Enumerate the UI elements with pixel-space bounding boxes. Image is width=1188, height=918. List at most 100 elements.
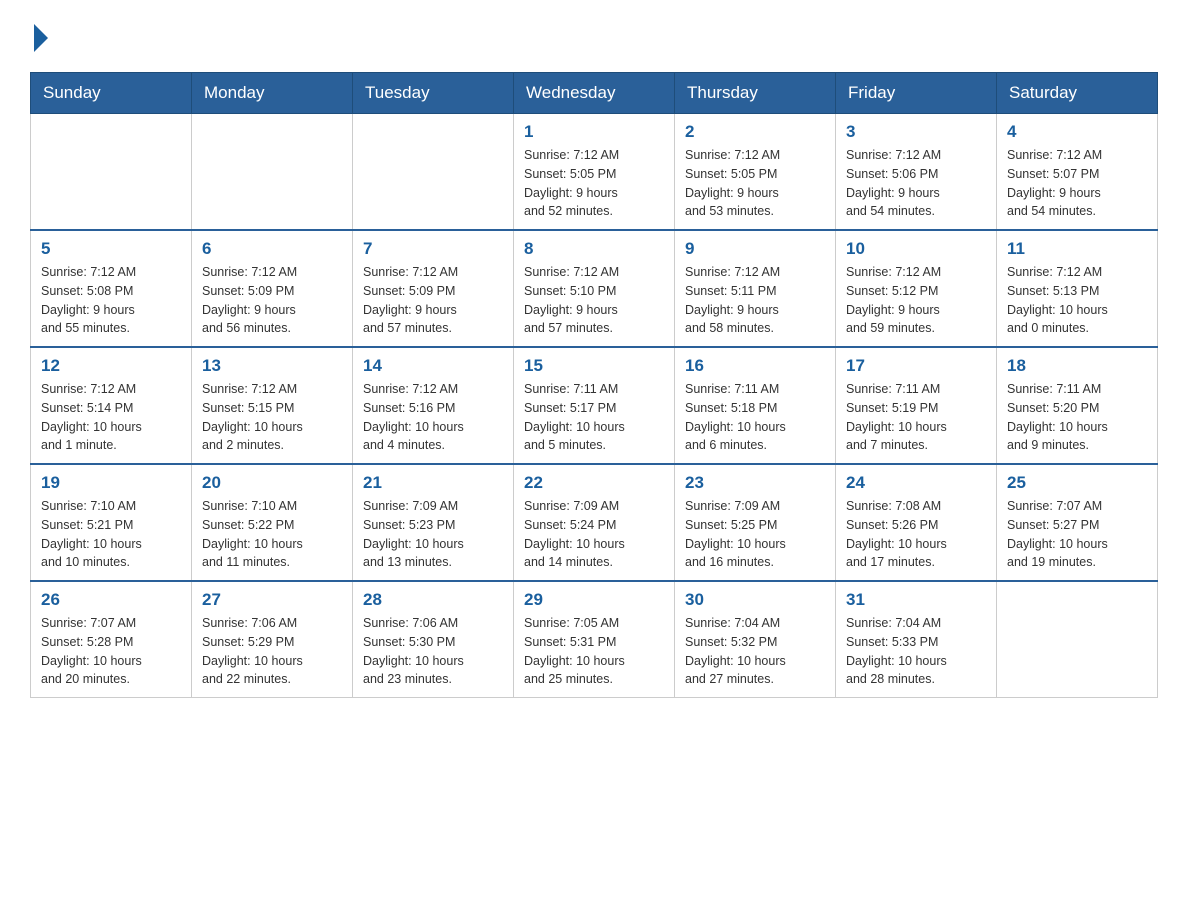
calendar-cell: 7 Sunrise: 7:12 AM Sunset: 5:09 PM Daylig… <box>353 230 514 347</box>
day-number: 15 <box>524 356 664 376</box>
calendar-cell <box>192 114 353 231</box>
day-number: 13 <box>202 356 342 376</box>
calendar-cell: 6 Sunrise: 7:12 AM Sunset: 5:09 PM Daylig… <box>192 230 353 347</box>
day-number: 31 <box>846 590 986 610</box>
day-info: Sunrise: 7:08 AM Sunset: 5:26 PM Dayligh… <box>846 497 986 572</box>
day-number: 17 <box>846 356 986 376</box>
day-info: Sunrise: 7:11 AM Sunset: 5:20 PM Dayligh… <box>1007 380 1147 455</box>
day-info: Sunrise: 7:06 AM Sunset: 5:29 PM Dayligh… <box>202 614 342 689</box>
logo <box>30 20 52 52</box>
day-info: Sunrise: 7:04 AM Sunset: 5:32 PM Dayligh… <box>685 614 825 689</box>
calendar-cell: 4Sunrise: 7:12 AM Sunset: 5:07 PM Daylig… <box>997 114 1158 231</box>
calendar-week-row: 19 Sunrise: 7:10 AM Sunset: 5:21 PM Dayli… <box>31 464 1158 581</box>
calendar-cell: 2 Sunrise: 7:12 AM Sunset: 5:05 PM Daylig… <box>675 114 836 231</box>
calendar-cell: 25 Sunrise: 7:07 AM Sunset: 5:27 PM Dayli… <box>997 464 1158 581</box>
day-number: 10 <box>846 239 986 259</box>
day-info: Sunrise: 7:12 AM Sunset: 5:09 PM Dayligh… <box>363 263 503 338</box>
day-info: Sunrise: 7:12 AM Sunset: 5:15 PM Dayligh… <box>202 380 342 455</box>
calendar-week-row: 12 Sunrise: 7:12 AM Sunset: 5:14 PM Dayli… <box>31 347 1158 464</box>
day-number: 23 <box>685 473 825 493</box>
calendar-cell: 31 Sunrise: 7:04 AM Sunset: 5:33 PM Dayli… <box>836 581 997 698</box>
day-info: Sunrise: 7:04 AM Sunset: 5:33 PM Dayligh… <box>846 614 986 689</box>
day-number: 9 <box>685 239 825 259</box>
day-number: 29 <box>524 590 664 610</box>
day-number: 18 <box>1007 356 1147 376</box>
calendar-cell: 19 Sunrise: 7:10 AM Sunset: 5:21 PM Dayli… <box>31 464 192 581</box>
day-number: 1 <box>524 122 664 142</box>
calendar-cell: 18 Sunrise: 7:11 AM Sunset: 5:20 PM Dayli… <box>997 347 1158 464</box>
calendar-cell <box>353 114 514 231</box>
day-info: Sunrise: 7:10 AM Sunset: 5:21 PM Dayligh… <box>41 497 181 572</box>
calendar-day-header: Sunday <box>31 73 192 114</box>
day-info: Sunrise: 7:09 AM Sunset: 5:24 PM Dayligh… <box>524 497 664 572</box>
calendar-day-header: Tuesday <box>353 73 514 114</box>
calendar-cell: 17 Sunrise: 7:11 AM Sunset: 5:19 PM Dayli… <box>836 347 997 464</box>
day-info: Sunrise: 7:12 AM Sunset: 5:08 PM Dayligh… <box>41 263 181 338</box>
calendar-cell: 15 Sunrise: 7:11 AM Sunset: 5:17 PM Dayli… <box>514 347 675 464</box>
day-info: Sunrise: 7:12 AM Sunset: 5:05 PM Dayligh… <box>685 146 825 221</box>
day-info: Sunrise: 7:09 AM Sunset: 5:23 PM Dayligh… <box>363 497 503 572</box>
calendar-day-header: Thursday <box>675 73 836 114</box>
calendar-cell <box>997 581 1158 698</box>
day-info: Sunrise: 7:12 AM Sunset: 5:14 PM Dayligh… <box>41 380 181 455</box>
day-info: Sunrise: 7:12 AM Sunset: 5:13 PM Dayligh… <box>1007 263 1147 338</box>
day-number: 11 <box>1007 239 1147 259</box>
day-number: 3 <box>846 122 986 142</box>
calendar-cell: 10 Sunrise: 7:12 AM Sunset: 5:12 PM Dayli… <box>836 230 997 347</box>
day-number: 5 <box>41 239 181 259</box>
day-number: 7 <box>363 239 503 259</box>
day-info: Sunrise: 7:12 AM Sunset: 5:10 PM Dayligh… <box>524 263 664 338</box>
calendar-cell: 28 Sunrise: 7:06 AM Sunset: 5:30 PM Dayli… <box>353 581 514 698</box>
calendar-cell: 13 Sunrise: 7:12 AM Sunset: 5:15 PM Dayli… <box>192 347 353 464</box>
calendar-cell: 27 Sunrise: 7:06 AM Sunset: 5:29 PM Dayli… <box>192 581 353 698</box>
day-info: Sunrise: 7:12 AM Sunset: 5:09 PM Dayligh… <box>202 263 342 338</box>
calendar-cell: 26 Sunrise: 7:07 AM Sunset: 5:28 PM Dayli… <box>31 581 192 698</box>
calendar-day-header: Friday <box>836 73 997 114</box>
day-info: Sunrise: 7:06 AM Sunset: 5:30 PM Dayligh… <box>363 614 503 689</box>
calendar-cell: 1 Sunrise: 7:12 AM Sunset: 5:05 PM Daylig… <box>514 114 675 231</box>
calendar-cell: 8 Sunrise: 7:12 AM Sunset: 5:10 PM Daylig… <box>514 230 675 347</box>
day-number: 27 <box>202 590 342 610</box>
day-number: 28 <box>363 590 503 610</box>
day-info: Sunrise: 7:12 AM Sunset: 5:05 PM Dayligh… <box>524 146 664 221</box>
calendar-table: SundayMondayTuesdayWednesdayThursdayFrid… <box>30 72 1158 698</box>
day-number: 14 <box>363 356 503 376</box>
day-info: Sunrise: 7:05 AM Sunset: 5:31 PM Dayligh… <box>524 614 664 689</box>
day-info: Sunrise: 7:09 AM Sunset: 5:25 PM Dayligh… <box>685 497 825 572</box>
day-info: Sunrise: 7:11 AM Sunset: 5:19 PM Dayligh… <box>846 380 986 455</box>
day-number: 25 <box>1007 473 1147 493</box>
calendar-header-row: SundayMondayTuesdayWednesdayThursdayFrid… <box>31 73 1158 114</box>
day-info: Sunrise: 7:12 AM Sunset: 5:12 PM Dayligh… <box>846 263 986 338</box>
calendar-cell: 11 Sunrise: 7:12 AM Sunset: 5:13 PM Dayli… <box>997 230 1158 347</box>
calendar-day-header: Monday <box>192 73 353 114</box>
day-info: Sunrise: 7:07 AM Sunset: 5:27 PM Dayligh… <box>1007 497 1147 572</box>
day-number: 12 <box>41 356 181 376</box>
day-number: 22 <box>524 473 664 493</box>
day-number: 16 <box>685 356 825 376</box>
calendar-week-row: 1 Sunrise: 7:12 AM Sunset: 5:05 PM Daylig… <box>31 114 1158 231</box>
calendar-week-row: 5 Sunrise: 7:12 AM Sunset: 5:08 PM Daylig… <box>31 230 1158 347</box>
day-number: 20 <box>202 473 342 493</box>
day-info: Sunrise: 7:12 AM Sunset: 5:16 PM Dayligh… <box>363 380 503 455</box>
page-header <box>30 20 1158 52</box>
calendar-day-header: Wednesday <box>514 73 675 114</box>
day-number: 8 <box>524 239 664 259</box>
day-number: 21 <box>363 473 503 493</box>
calendar-cell: 14 Sunrise: 7:12 AM Sunset: 5:16 PM Dayli… <box>353 347 514 464</box>
calendar-cell: 20Sunrise: 7:10 AM Sunset: 5:22 PM Dayli… <box>192 464 353 581</box>
calendar-cell: 9 Sunrise: 7:12 AM Sunset: 5:11 PM Daylig… <box>675 230 836 347</box>
calendar-day-header: Saturday <box>997 73 1158 114</box>
calendar-cell: 3 Sunrise: 7:12 AM Sunset: 5:06 PM Daylig… <box>836 114 997 231</box>
day-number: 30 <box>685 590 825 610</box>
day-number: 19 <box>41 473 181 493</box>
day-number: 26 <box>41 590 181 610</box>
day-info: Sunrise: 7:11 AM Sunset: 5:17 PM Dayligh… <box>524 380 664 455</box>
calendar-cell: 24Sunrise: 7:08 AM Sunset: 5:26 PM Dayli… <box>836 464 997 581</box>
day-info: Sunrise: 7:11 AM Sunset: 5:18 PM Dayligh… <box>685 380 825 455</box>
day-info: Sunrise: 7:07 AM Sunset: 5:28 PM Dayligh… <box>41 614 181 689</box>
day-info: Sunrise: 7:12 AM Sunset: 5:11 PM Dayligh… <box>685 263 825 338</box>
day-info: Sunrise: 7:12 AM Sunset: 5:07 PM Dayligh… <box>1007 146 1147 221</box>
day-number: 6 <box>202 239 342 259</box>
day-number: 2 <box>685 122 825 142</box>
day-info: Sunrise: 7:12 AM Sunset: 5:06 PM Dayligh… <box>846 146 986 221</box>
